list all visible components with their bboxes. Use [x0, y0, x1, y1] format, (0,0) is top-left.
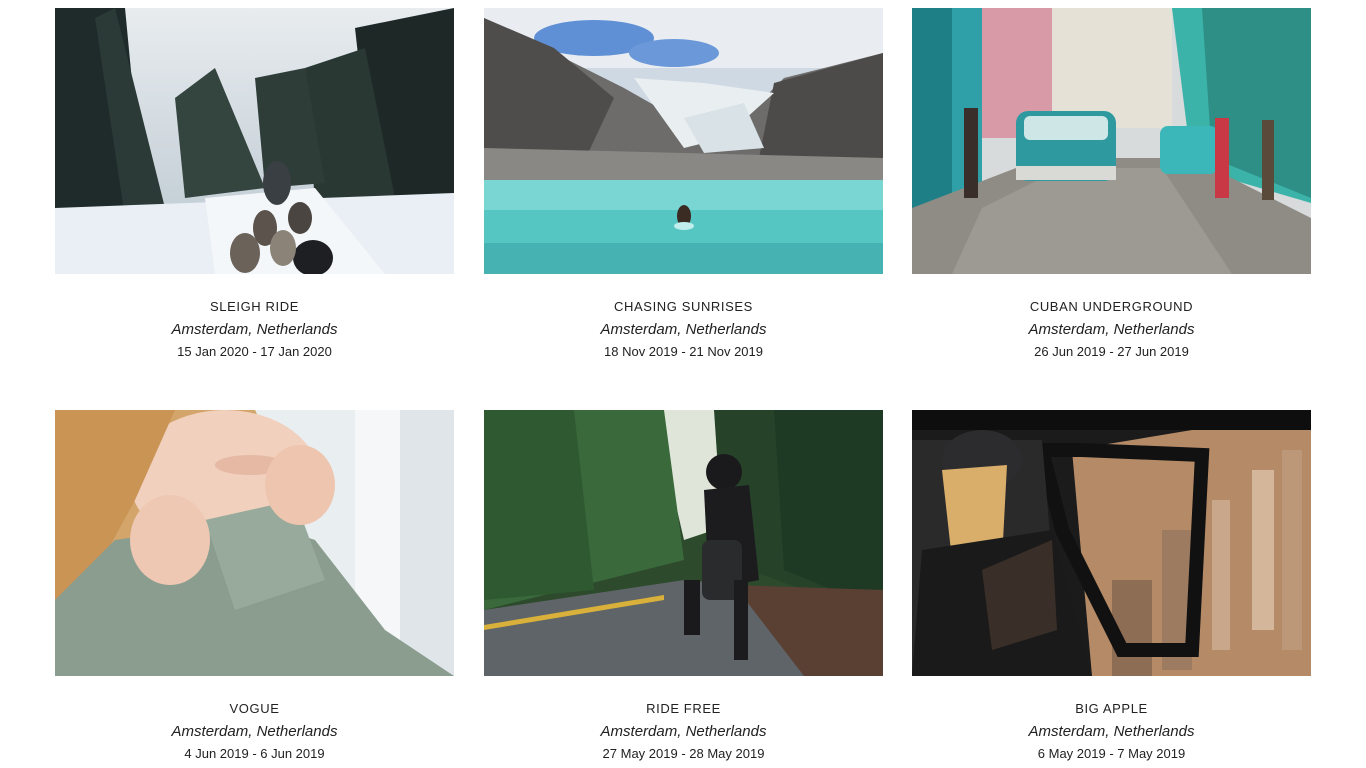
trip-title[interactable]: SLEIGH RIDE: [55, 299, 454, 315]
trip-card[interactable]: RIDE FREE Amsterdam, Netherlands 27 May …: [484, 410, 883, 762]
trip-title[interactable]: CUBAN UNDERGROUND: [912, 299, 1311, 315]
trip-dates: 6 May 2019 - 7 May 2019: [1037, 746, 1186, 761]
trip-photo[interactable]: [912, 410, 1311, 676]
trip-card[interactable]: BIG APPLE Amsterdam, Netherlands 6 May 2…: [912, 410, 1311, 762]
trip-card[interactable]: CUBAN UNDERGROUND Amsterdam, Netherlands…: [912, 8, 1311, 360]
trip-card[interactable]: SLEIGH RIDE Amsterdam, Netherlands 15 Ja…: [55, 8, 454, 360]
trip-dates: 4 Jun 2019 - 6 Jun 2019: [184, 746, 325, 761]
trip-title[interactable]: RIDE FREE: [484, 701, 883, 717]
trip-card[interactable]: CHASING SUNRISES Amsterdam, Netherlands …: [484, 8, 883, 360]
trip-card[interactable]: VOGUE Amsterdam, Netherlands 4 Jun 2019 …: [55, 410, 454, 762]
trip-dates: 15 Jan 2020 - 17 Jan 2020: [177, 344, 332, 359]
trip-location: Amsterdam, Netherlands: [600, 723, 767, 740]
trip-dates: 18 Nov 2019 - 21 Nov 2019: [604, 344, 763, 359]
trip-photo[interactable]: [55, 8, 454, 274]
trip-grid: SLEIGH RIDE Amsterdam, Netherlands 15 Ja…: [0, 0, 1366, 768]
trip-dates: 26 Jun 2019 - 27 Jun 2019: [1034, 344, 1189, 359]
trip-photo[interactable]: [484, 8, 883, 274]
trip-photo[interactable]: [55, 410, 454, 676]
trip-dates: 27 May 2019 - 28 May 2019: [602, 746, 765, 761]
trip-location: Amsterdam, Netherlands: [1028, 723, 1195, 740]
trip-location: Amsterdam, Netherlands: [171, 723, 338, 740]
trip-location: Amsterdam, Netherlands: [600, 321, 767, 338]
trip-location: Amsterdam, Netherlands: [171, 321, 338, 338]
trip-photo[interactable]: [484, 410, 883, 676]
trip-title[interactable]: VOGUE: [55, 701, 454, 717]
trip-photo[interactable]: [912, 8, 1311, 274]
trip-location: Amsterdam, Netherlands: [1028, 321, 1195, 338]
trip-title[interactable]: CHASING SUNRISES: [484, 299, 883, 315]
trip-title[interactable]: BIG APPLE: [912, 701, 1311, 717]
